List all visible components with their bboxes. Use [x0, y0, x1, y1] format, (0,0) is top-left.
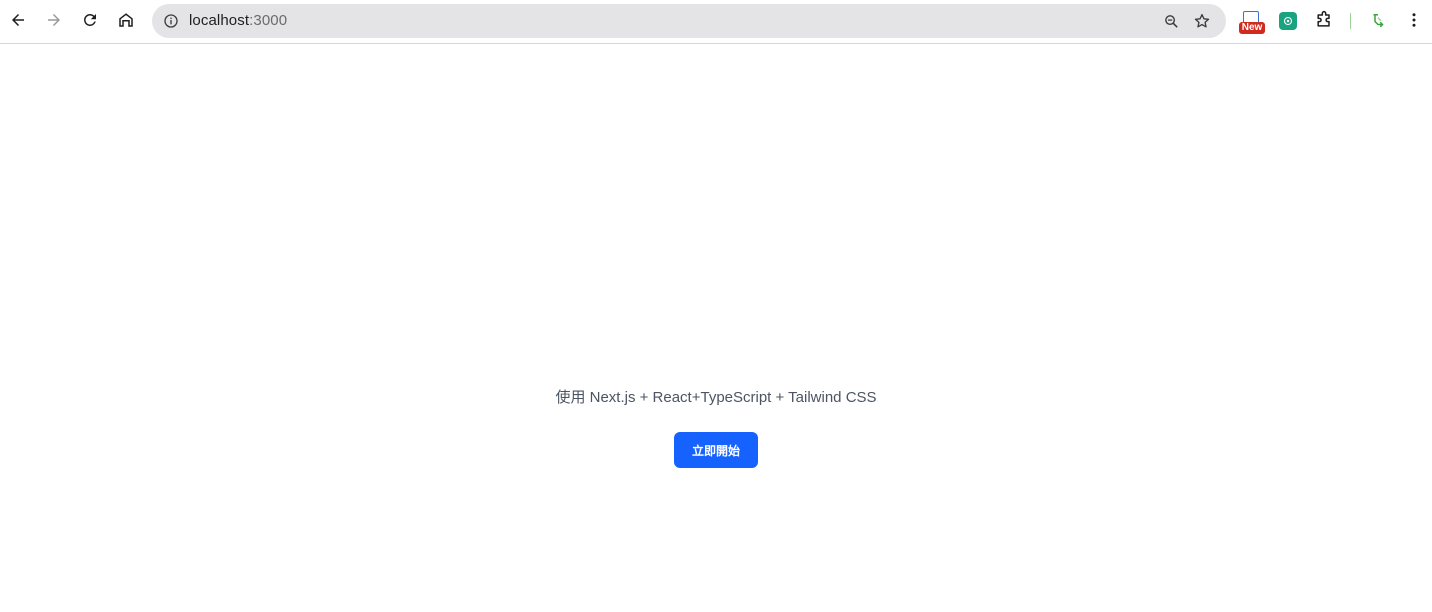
reload-button[interactable]	[78, 8, 102, 32]
url-host: localhost	[189, 12, 250, 29]
bookmark-star-icon[interactable]	[1192, 11, 1212, 31]
new-badge: New	[1239, 22, 1265, 34]
reload-icon	[83, 13, 96, 26]
zoom-icon[interactable]	[1162, 12, 1180, 30]
extensions-puzzle-icon[interactable]	[1314, 10, 1334, 30]
extension-new-button[interactable]: New	[1237, 11, 1267, 35]
browser-menu-icon[interactable]	[1404, 10, 1424, 30]
browser-toolbar: localhost:3000 New	[0, 0, 1432, 44]
chatgpt-extension-icon[interactable]	[1279, 12, 1297, 30]
site-info-icon[interactable]	[162, 12, 180, 30]
arrow-right-icon	[48, 14, 60, 26]
get-started-button[interactable]: 立即開始	[674, 432, 758, 468]
arrow-left-icon	[12, 14, 24, 26]
profile-extension-icon[interactable]	[1368, 10, 1388, 30]
home-icon	[119, 13, 133, 27]
home-button[interactable]	[114, 8, 138, 32]
back-button[interactable]	[6, 8, 30, 32]
url-text[interactable]: localhost:3000	[189, 12, 287, 30]
url-port: :3000	[249, 12, 288, 29]
page-content: 使用 Next.js + React+TypeScript + Tailwind…	[0, 45, 1432, 612]
address-bar[interactable]: localhost:3000	[152, 4, 1226, 38]
forward-button[interactable]	[42, 8, 66, 32]
tech-stack-tagline: 使用 Next.js + React+TypeScript + Tailwind…	[555, 389, 877, 406]
toolbar-divider	[1350, 13, 1351, 29]
